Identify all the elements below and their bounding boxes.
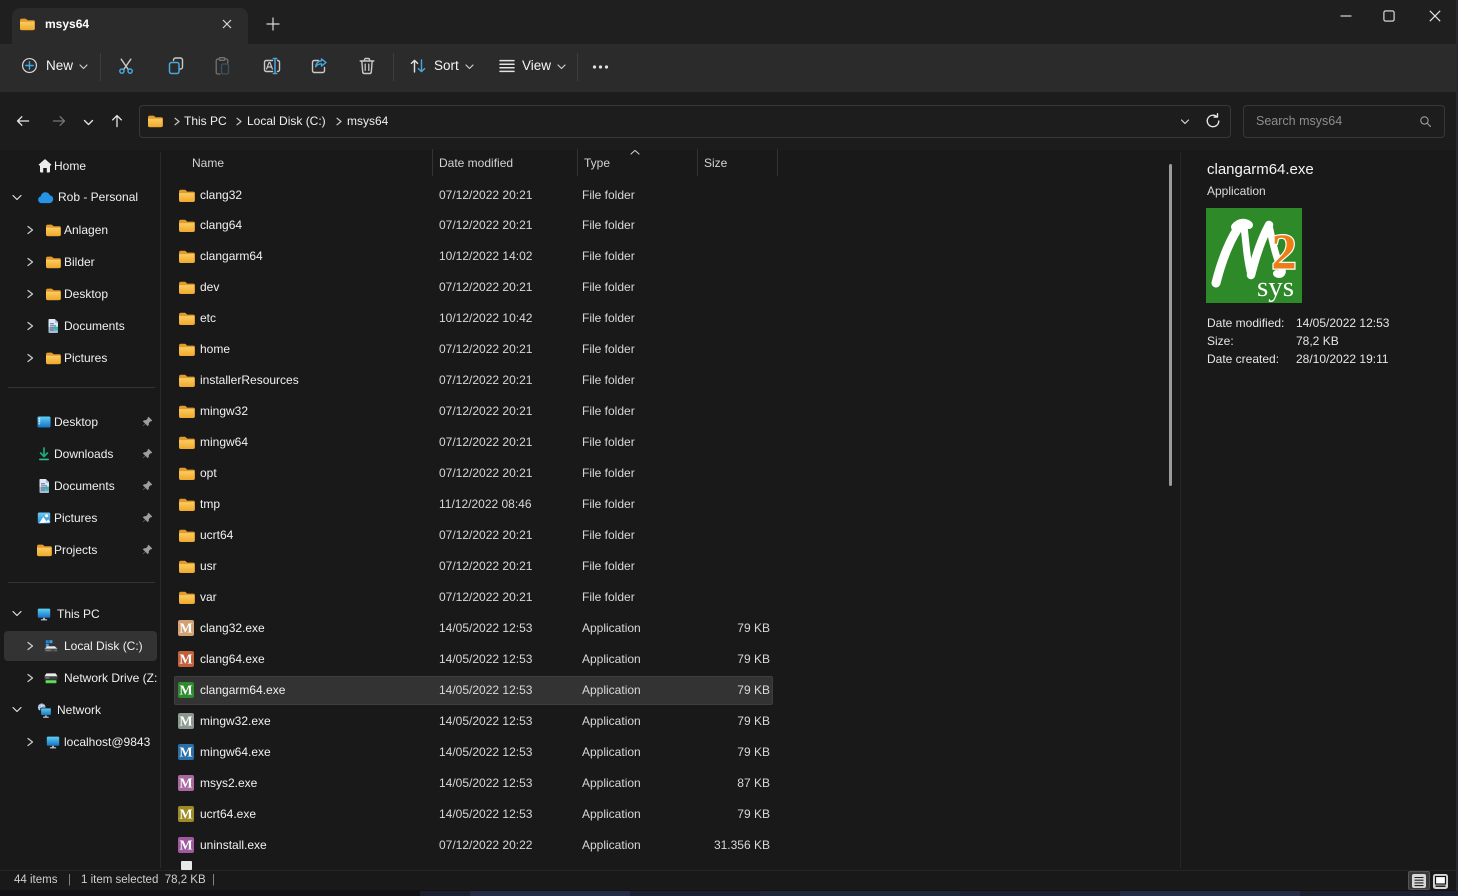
- svg-text:sys: sys: [1257, 271, 1294, 303]
